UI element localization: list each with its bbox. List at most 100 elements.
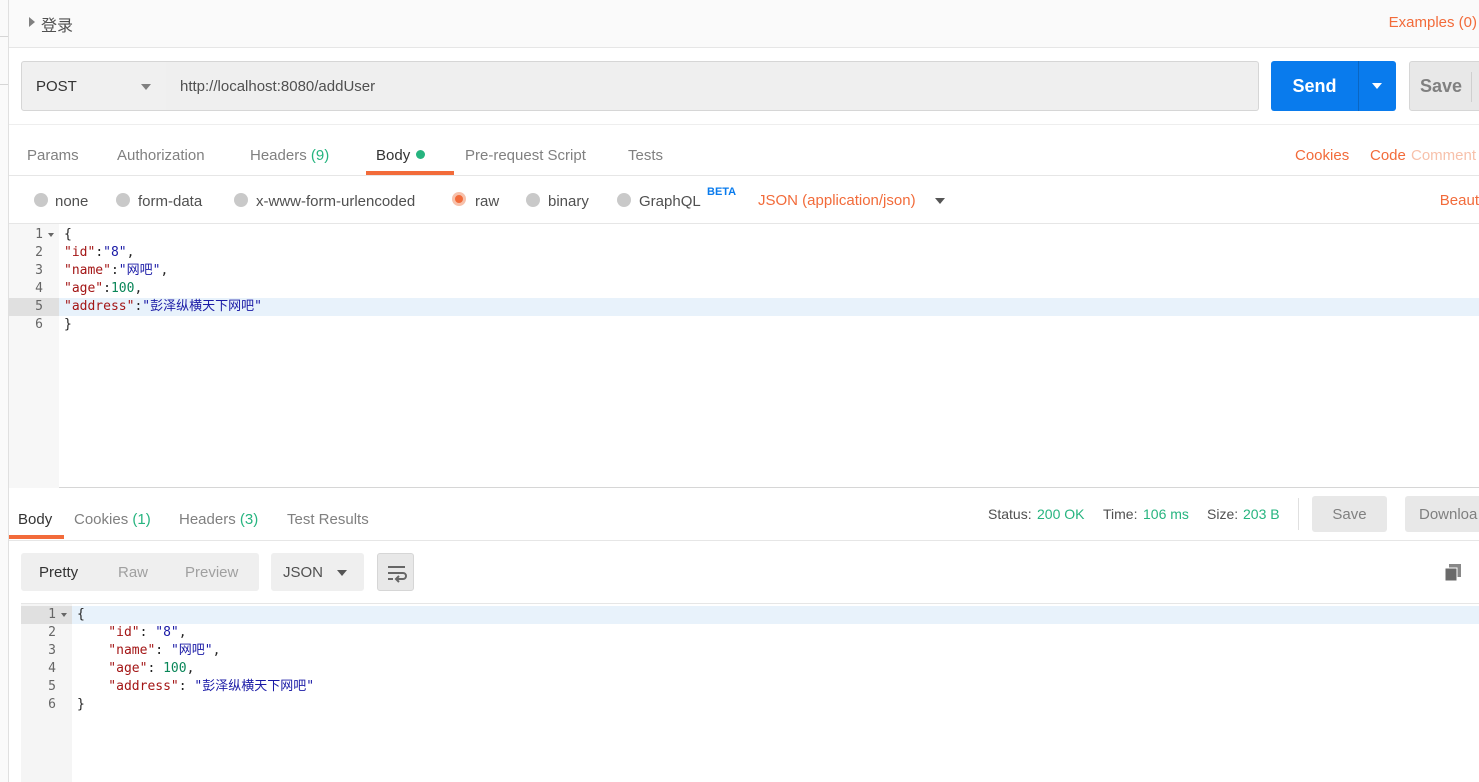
send-options-button[interactable] (1358, 61, 1396, 111)
json-comma: , (134, 281, 143, 296)
json-value: 100 (163, 661, 187, 676)
code-line: 3 "name": "网吧", (21, 642, 1479, 660)
code-text: "name":"网吧", (64, 262, 168, 280)
response-tab-cookies-count: (1) (132, 511, 151, 528)
json-value: "彭泽纵横天下网吧" (142, 299, 262, 314)
download-button[interactable]: Downloa (1405, 496, 1479, 532)
code-line: 6} (9, 316, 1479, 334)
method-select[interactable]: POST (21, 61, 167, 111)
response-tab-headers-count: (3) (239, 511, 259, 528)
chevron-down-icon (1372, 83, 1382, 89)
line-number: 5 (9, 298, 59, 316)
request-title-bar: 登录 Examples (0) (9, 0, 1479, 48)
radio-graphql-label[interactable]: GraphQL (639, 193, 701, 210)
tab-pre-request-script[interactable]: Pre-request Script (465, 147, 586, 164)
tab-params[interactable]: Params (27, 147, 79, 164)
response-tab-test-results[interactable]: Test Results (287, 511, 369, 528)
code-text: "name": "网吧", (77, 642, 220, 660)
time-value: 106 ms (1143, 506, 1189, 522)
json-key: "id" (64, 245, 96, 260)
save-button[interactable]: Save (1409, 61, 1479, 111)
radio-urlencoded-label[interactable]: x-www-form-urlencoded (256, 193, 415, 210)
view-pretty-button[interactable]: Pretty (39, 564, 78, 581)
response-tab-headers[interactable]: Headers (3) (179, 511, 258, 528)
tab-headers[interactable]: Headers (9) (250, 147, 329, 164)
code-line: 3 "name":"网吧", (9, 262, 1479, 280)
line-number: 6 (35, 317, 43, 332)
method-label: POST (36, 78, 77, 95)
json-value: "8" (103, 245, 127, 260)
beautify-link[interactable]: Beaut (1440, 192, 1479, 209)
code-line: 1{ (9, 226, 1479, 244)
radio-raw-label[interactable]: raw (475, 193, 499, 210)
radio-binary[interactable] (526, 193, 540, 207)
response-format-label: JSON (283, 564, 324, 581)
response-format-select[interactable]: JSON (271, 553, 364, 591)
code-line: 5 "address": "彭泽纵横天下网吧" (21, 678, 1479, 696)
time-label: Time: (1103, 506, 1138, 522)
line-number: 3 (48, 643, 56, 658)
tab-body-label: Body (376, 147, 411, 164)
radio-form-data[interactable] (116, 193, 130, 207)
url-input[interactable]: http://localhost:8080/addUser (166, 61, 1259, 111)
code-link[interactable]: Code (1370, 147, 1406, 164)
radio-urlencoded[interactable] (234, 193, 248, 207)
json-separator: : (95, 245, 104, 260)
tab-body[interactable]: Body (376, 147, 426, 164)
code-text: } (77, 696, 85, 714)
status-value: 200 OK (1037, 506, 1085, 522)
fold-caret-icon[interactable] (61, 613, 67, 617)
code-text: "age":100, (64, 280, 142, 298)
radio-none[interactable] (34, 193, 48, 207)
code-text: { (64, 226, 72, 244)
line-number: 5 (48, 679, 56, 694)
line-number: 4 (48, 661, 56, 676)
code-line: 6} (21, 696, 1479, 714)
content-type-select[interactable]: JSON (application/json) (758, 192, 916, 209)
json-value: "彭泽纵横天下网吧" (194, 679, 315, 694)
cookies-link[interactable]: Cookies (1295, 147, 1349, 164)
code-line: 4 "age": 100, (21, 660, 1479, 678)
comments-link[interactable]: Comment (1411, 147, 1476, 164)
wrap-lines-button[interactable] (377, 553, 414, 591)
active-tab-indicator (9, 535, 64, 539)
json-brace: { (64, 227, 72, 242)
copy-icon[interactable] (1445, 564, 1461, 581)
chevron-down-icon (337, 570, 347, 576)
expand-caret-icon[interactable] (29, 17, 35, 27)
view-raw-button[interactable]: Raw (118, 564, 148, 581)
chevron-down-icon[interactable] (935, 198, 945, 204)
json-key: "name" (77, 643, 156, 658)
radio-raw[interactable] (452, 192, 466, 206)
radio-form-data-label[interactable]: form-data (138, 193, 202, 210)
radio-binary-label[interactable]: binary (548, 193, 589, 210)
json-value: "网吧" (170, 643, 213, 658)
json-value: 100 (110, 281, 135, 296)
tab-tests[interactable]: Tests (628, 147, 663, 164)
response-body-viewer[interactable]: 1{2 "id": "8", 3 "name": "网吧", 4 "age": 10… (21, 603, 1479, 782)
radio-graphql[interactable] (617, 193, 631, 207)
response-tab-body[interactable]: Body (18, 511, 52, 528)
view-preview-button[interactable]: Preview (185, 564, 238, 581)
wrap-lines-icon (388, 566, 407, 583)
code-text: } (64, 316, 72, 334)
response-tab-headers-label: Headers (179, 511, 236, 528)
send-button[interactable]: Send (1271, 61, 1358, 111)
request-body-editor[interactable]: 1{2 "id":"8", 3 "name":"网吧", 4 "age":100, 5 "ad… (9, 224, 1479, 488)
radio-none-label[interactable]: none (55, 193, 88, 210)
response-tab-cookies[interactable]: Cookies (1) (74, 511, 151, 528)
request-name[interactable]: 登录 (41, 12, 73, 36)
save-response-button[interactable]: Save (1312, 496, 1387, 532)
beta-badge: BETA (707, 186, 737, 198)
json-comma: , (212, 643, 221, 658)
tab-authorization[interactable]: Authorization (117, 147, 205, 164)
json-separator: : (155, 643, 171, 658)
size-value: 203 B (1243, 506, 1280, 522)
fold-caret-icon[interactable] (48, 233, 54, 237)
request-tabs: Params Authorization Headers (9) Body Pr… (9, 124, 1479, 176)
chevron-down-icon (141, 84, 151, 90)
json-key: "age" (77, 661, 148, 676)
examples-link[interactable]: Examples (0) (1389, 14, 1477, 31)
json-value: "8" (155, 625, 179, 640)
code-line: 5 "address":"彭泽纵横天下网吧" (9, 298, 1479, 316)
